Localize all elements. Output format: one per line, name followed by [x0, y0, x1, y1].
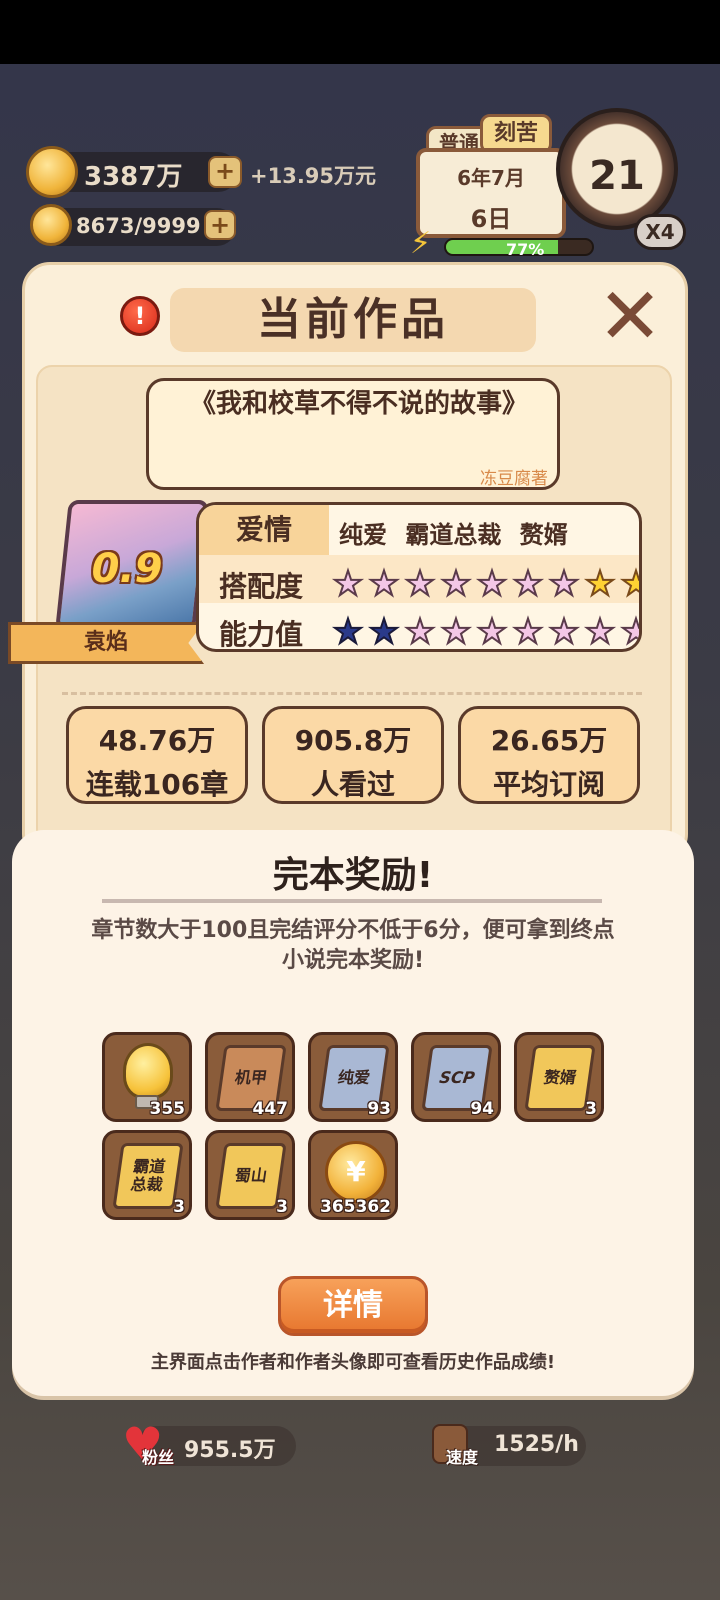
item-count: 93 [367, 1099, 391, 1119]
reward-item-coins[interactable]: ¥ 365362 [308, 1130, 398, 1220]
calendar: 6年7月 6日 [416, 148, 566, 238]
pastel-star-icon: ★ [368, 564, 400, 604]
cover-score: 0.9 [91, 546, 163, 592]
stat-chapters: 48.76万 连载106章 [66, 706, 248, 804]
calendar-month: 6年7月 [457, 166, 525, 190]
day-clock[interactable]: 21 [556, 108, 678, 230]
match-stars: ★★★★★★★★★ [331, 564, 639, 604]
reward-description: 章节数大于100且完结评分不低于6分，便可拿到终点小说完本奖励! [91, 918, 615, 973]
add-energy-button[interactable]: + [204, 210, 236, 240]
book-title: 《我和校草不得不说的故事》 [190, 389, 529, 419]
money-value: 3387万 [84, 162, 183, 192]
pastel-star-icon: ★ [440, 564, 472, 604]
reward-item-son-in-law-book[interactable]: 赘婿 3 [514, 1032, 604, 1122]
reward-item-mecha-book[interactable]: 机甲 447 [205, 1032, 295, 1122]
calendar-day: 6日 [470, 205, 512, 233]
item-count: 3 [173, 1197, 185, 1217]
reward-item-lightbulb[interactable]: 355 [102, 1032, 192, 1122]
book-info-card: 爱情 纯爱 霸道总裁 赘婿 搭配度 ★★★★★★★★★ 能力值 ★★★★★★★★… [196, 502, 642, 652]
navy-star-icon: ★ [332, 612, 364, 652]
reward-item-scp-book[interactable]: SCP 94 [411, 1032, 501, 1122]
progress-text: 77% [506, 240, 545, 259]
stat-label: 平均订阅 [492, 768, 605, 801]
status-bar [0, 0, 720, 64]
pastel-star-icon: ★ [404, 612, 436, 652]
match-label: 搭配度 [219, 570, 304, 603]
pastel-star-icon: ★ [548, 564, 580, 604]
reward-title: 完本奖励! [272, 855, 434, 896]
stat-value: 905.8万 [294, 724, 412, 757]
fans-label: 粉丝 [142, 1448, 175, 1467]
speed-multiplier-button[interactable]: X4 [634, 214, 686, 250]
genre-tags: 纯爱 霸道总裁 赘婿 [339, 521, 568, 549]
item-count: 3 [585, 1099, 597, 1119]
alert-icon[interactable]: ! [120, 296, 160, 336]
reward-item-ceo-book[interactable]: 霸道总裁 3 [102, 1130, 192, 1220]
ability-label: 能力值 [219, 618, 304, 651]
stat-subscriptions: 26.65万 平均订阅 [458, 706, 640, 804]
item-count: 447 [252, 1099, 289, 1119]
coin-icon [26, 146, 78, 198]
ability-stars: ★★★★★★★★★ [331, 612, 639, 652]
pastel-star-icon: ★ [476, 564, 508, 604]
stat-value: 26.65万 [490, 724, 608, 757]
author-credit: 冻豆腐著 [480, 469, 548, 489]
stat-readers: 905.8万 人看过 [262, 706, 444, 804]
stat-label: 人看过 [310, 768, 395, 801]
panel-title: 当前作品 [170, 288, 536, 352]
genre-label: 爱情 [199, 505, 329, 555]
speed-value: 1525/h [494, 1432, 579, 1457]
reward-tip: 主界面点击作者和作者头像即可查看历史作品成绩! [150, 1352, 556, 1373]
item-count: 355 [149, 1099, 186, 1119]
pastel-star-icon: ★ [440, 612, 472, 652]
pastel-star-icon: ★ [512, 564, 544, 604]
pastel-star-icon: ★ [619, 614, 639, 649]
pastel-star-icon: ★ [332, 564, 364, 604]
item-count: 94 [470, 1099, 494, 1119]
lightning-icon: ⚡ [410, 226, 432, 261]
lightbulb-icon [30, 204, 72, 246]
pastel-star-icon: ★ [584, 612, 616, 652]
author-name-ribbon[interactable]: 袁焰 [8, 622, 204, 664]
reward-item-pure-love-book[interactable]: 纯爱 93 [308, 1032, 398, 1122]
navy-star-icon: ★ [368, 612, 400, 652]
fans-value: 955.5万 [184, 1438, 276, 1463]
lightbulb-icon [123, 1043, 173, 1099]
divider [62, 692, 642, 695]
close-icon[interactable]: ✕ [596, 278, 664, 356]
details-button[interactable]: 详情 [278, 1276, 428, 1336]
pastel-star-icon: ★ [476, 612, 508, 652]
speed-label: 速度 [446, 1448, 479, 1467]
item-count: 365362 [320, 1197, 391, 1217]
pastel-star-icon: ★ [512, 612, 544, 652]
add-money-button[interactable]: + [208, 156, 242, 188]
pastel-star-icon: ★ [548, 612, 580, 652]
gold-star-icon: ★ [584, 564, 616, 604]
reward-item-shushan-book[interactable]: 蜀山 3 [205, 1130, 295, 1220]
pastel-star-icon: ★ [404, 564, 436, 604]
energy-value: 8673/9999 [76, 214, 201, 238]
stat-value: 48.76万 [98, 724, 216, 757]
reward-title-underline [102, 899, 602, 903]
gold-star-icon: ★ [619, 566, 639, 602]
income-value: +13.95万元 [250, 164, 377, 188]
stat-label: 连载106章 [85, 768, 229, 801]
item-count: 3 [276, 1197, 288, 1217]
coin-icon: ¥ [325, 1141, 387, 1203]
